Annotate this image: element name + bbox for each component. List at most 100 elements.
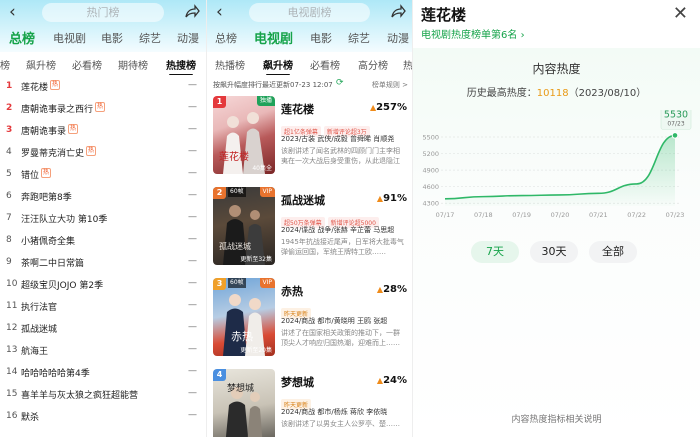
page-title: 热门榜 (42, 3, 164, 22)
panel-rising: ‹ 电视剧榜 总榜 电视剧 电影 综艺 动漫 热播榜 飙升榜 必看榜 高分榜 热… (207, 0, 413, 437)
tab-variety[interactable]: 综艺 (348, 30, 370, 46)
rules-link[interactable]: 榜单规则 > (372, 80, 408, 90)
list-item[interactable]: 2 唐朝诡事录之西行热 — (0, 98, 206, 120)
drama-title[interactable]: 莲花楼 (281, 101, 314, 117)
list-item[interactable]: 4 罗曼蒂克消亡史热 — (0, 142, 206, 164)
poster-image[interactable]: 梦想城 4 (213, 369, 275, 437)
poster-image[interactable]: 莲花楼 1 独播 40集全 (213, 96, 275, 174)
drama-title[interactable]: 赤热 (281, 283, 303, 299)
list-item[interactable]: 15 喜羊羊与灰太狼之疯狂超能营 — (0, 384, 206, 406)
range-all-button[interactable]: 全部 (589, 241, 637, 263)
x-tick-label: 07/20 (551, 211, 570, 219)
rank-number: 3 (6, 125, 13, 135)
list-item[interactable]: 13 航海王 — (0, 340, 206, 362)
drama-desc: 1945年抗战接近尾声，日军将大批毒气弹偷运回国，军统王牌特工欧…… (281, 238, 404, 256)
drama-title[interactable]: 孤战迷城 (281, 192, 325, 208)
range-7d-button[interactable]: 7天 (471, 241, 519, 263)
drama-card[interactable]: 莲花楼 1 独播 40集全 莲花楼 ▲257% 超1亿条弹幕 新增评论超3万 20… (207, 96, 412, 181)
list-item[interactable]: 6 奔跑吧第8季 — (0, 186, 206, 208)
list-item[interactable]: 8 小猪佩奇全集 — (0, 230, 206, 252)
refresh-icon[interactable]: ⟳ (336, 78, 344, 88)
list-item[interactable]: 7 汪汪队立大功 第10季 — (0, 208, 206, 230)
rank-link[interactable]: 电视剧热度榜单第6名 › (421, 26, 525, 41)
list-item[interactable]: 11 执行法官 — (0, 296, 206, 318)
tab-tv[interactable]: 电视剧 (254, 28, 293, 47)
range-30d-button[interactable]: 30天 (530, 241, 578, 263)
rank-number: 6 (6, 191, 12, 201)
tab-overall[interactable]: 总榜 (9, 28, 35, 47)
tab-movie[interactable]: 电影 (101, 30, 123, 46)
list-item[interactable]: 14 哈哈哈哈哈第4季 — (0, 362, 206, 384)
list-item[interactable]: 9 茶啊二中日常篇 — (0, 252, 206, 274)
list-item[interactable]: 3 唐朝诡事录热 — (0, 120, 206, 142)
hot-badge: 热 (50, 80, 61, 90)
rank-number: 7 (6, 213, 12, 223)
rise-percent: ▲257% (369, 102, 407, 113)
tab-rising[interactable]: 飙升榜 (26, 57, 56, 72)
trend-dash: — (188, 322, 197, 332)
tab-anticipated[interactable]: 期待榜 (118, 57, 148, 72)
close-icon[interactable]: ✕ (673, 3, 688, 24)
rank-number: 10 (6, 279, 18, 289)
trend-dash: — (188, 300, 197, 310)
drama-title[interactable]: 梦想城 (281, 374, 314, 390)
tab-overall[interactable]: 总榜 (215, 30, 237, 46)
drama-meta: 2023/古装 武侠/成毅 曾舜晞 肖顺尧 (281, 135, 395, 143)
share-icon[interactable] (390, 4, 406, 19)
item-name: 莲花楼热 (21, 80, 61, 93)
list-item[interactable]: 1 莲花楼热 — (0, 76, 206, 98)
trend-dash: — (188, 124, 197, 134)
tab-rising[interactable]: 飙升榜 (263, 57, 293, 75)
tab-hot[interactable]: 热 (403, 57, 412, 72)
list-item[interactable]: 10 超级宝贝JOJO 第2季 — (0, 274, 206, 296)
x-tick-label: 07/19 (512, 211, 531, 219)
hot-badge: 热 (41, 168, 52, 178)
rank-badge: 4 (213, 369, 226, 381)
back-icon[interactable]: ‹ (216, 3, 223, 21)
drama-desc: 讲述了在国家相关政策的推动下，一群顶尖人才响应归国热潮，迎难而上…… (281, 329, 400, 347)
drama-card[interactable]: 孤战迷城 2 60帧 VIP 更新至32集 孤战迷城 ▲91% 超50万条弹幕新… (207, 187, 412, 272)
x-tick-label: 07/17 (436, 211, 455, 219)
svg-text:孤战迷城: 孤战迷城 (219, 241, 251, 251)
tab-hot-search[interactable]: 热搜榜 (166, 57, 196, 75)
item-name: 唐朝诡事录热 (21, 124, 79, 137)
tab-sub-0[interactable]: 榜 (0, 57, 10, 72)
tab-must-watch[interactable]: 必看榜 (310, 57, 340, 72)
sub-tabs: 榜 飙升榜 必看榜 期待榜 热搜榜 (0, 53, 206, 75)
drama-desc: 该剧讲述了闻名武林的四顾门门主李相夷在一次大战后身受重伤，从此退隐江湖…… (281, 147, 400, 165)
tab-tv[interactable]: 电视剧 (53, 30, 86, 46)
best-heat-value: 10118 (536, 88, 569, 99)
list-item[interactable]: 16 默杀 — (0, 406, 206, 428)
list-item[interactable]: 12 孤战迷城 — (0, 318, 206, 340)
tab-variety[interactable]: 综艺 (139, 30, 161, 46)
item-name: 小猪佩奇全集 (21, 237, 76, 247)
exclusive-badge: 独播 (256, 96, 275, 106)
framerate-badge: 60帧 (228, 278, 246, 288)
back-icon[interactable]: ‹ (9, 3, 16, 21)
tab-must-watch[interactable]: 必看榜 (72, 57, 102, 72)
rank-badge: 3 (213, 278, 226, 290)
drama-card[interactable]: 赤热 3 60帧 VIP 更新至20集 赤热 ▲28% 昨天更新 2024/商战… (207, 278, 412, 363)
tab-movie[interactable]: 电影 (310, 30, 332, 46)
rise-percent: ▲28% (376, 284, 407, 295)
heat-explanation-link[interactable]: 内容热度指标相关说明 (413, 412, 700, 425)
y-tick-label: 4900 (422, 167, 439, 175)
tab-anime[interactable]: 动漫 (177, 30, 199, 46)
x-tick-label: 07/18 (474, 211, 493, 219)
list-item[interactable]: 5 错位热 — (0, 164, 206, 186)
rank-badge: 2 (213, 187, 226, 199)
drama-card[interactable]: 梦想城 4 梦想城 ▲24% 昨天更新 2024/商战 都市/杨烁 蒋欣 李依晓… (207, 369, 412, 437)
item-name: 汪汪队立大功 第10季 (21, 215, 108, 225)
tab-top-rated[interactable]: 高分榜 (358, 57, 388, 72)
poster-image[interactable]: 孤战迷城 2 60帧 VIP 更新至32集 (213, 187, 275, 265)
item-name: 航海王 (21, 347, 49, 357)
tab-now-playing[interactable]: 热播榜 (215, 57, 245, 72)
heat-title: 内容热度 (532, 62, 581, 76)
detail-header: 莲花楼 ✕ 电视剧热度榜单第6名 › (413, 0, 700, 44)
rank-number: 12 (6, 323, 18, 333)
poster-image[interactable]: 赤热 3 60帧 VIP 更新至20集 (213, 278, 275, 356)
rank-number: 15 (6, 389, 18, 399)
tab-anime[interactable]: 动漫 (387, 30, 409, 46)
rank-number: 4 (6, 147, 12, 157)
share-icon[interactable] (184, 4, 200, 19)
